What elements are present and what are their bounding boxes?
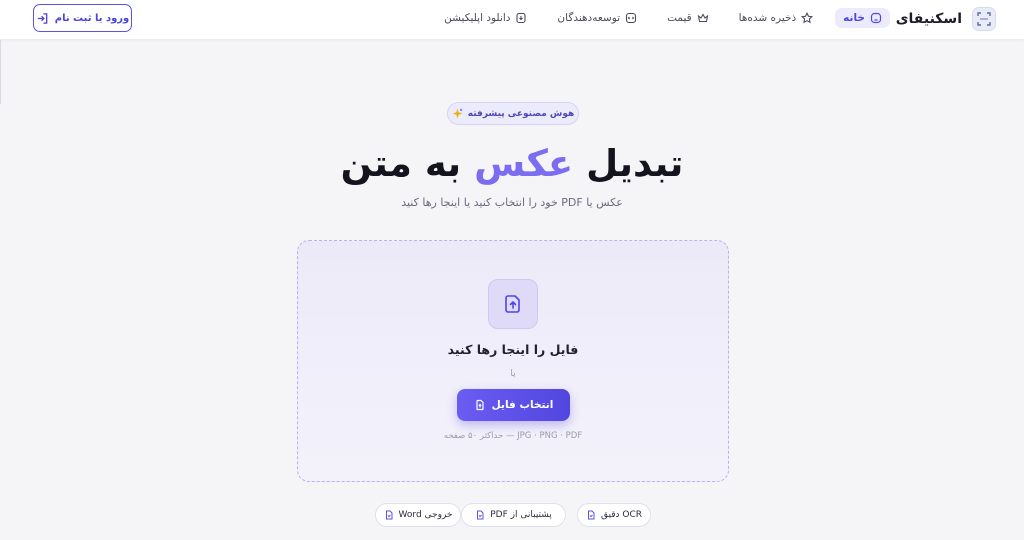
- feature-pill-pdf: پشتیبانی از PDF: [461, 503, 566, 527]
- title-suffix: به متن: [340, 142, 462, 185]
- edge-divider: [0, 40, 1, 104]
- page-subtitle: عکس یا PDF خود را انتخاب کنید یا اینجا ر…: [401, 196, 623, 209]
- login-label: ورود یا ثبت نام: [54, 12, 130, 24]
- feature-pill-word: خروجی Word: [375, 503, 461, 527]
- nav-item-pricing[interactable]: قیمت: [659, 8, 717, 28]
- title-highlight: عکس: [474, 142, 574, 185]
- document-icon: [587, 510, 595, 520]
- home-icon: [870, 12, 882, 24]
- scan-logo-icon: [972, 7, 996, 31]
- feature-pill-ocr: OCR دقیق: [577, 503, 651, 527]
- supported-formats: JPG · PNG · PDF — حداکثر ۵۰ صفحه: [443, 431, 583, 441]
- brand-name: اسکنیفای: [895, 11, 962, 27]
- page-title: تبدیل عکس به متن: [312, 138, 712, 190]
- code-icon: [626, 12, 637, 24]
- nav-item-saved[interactable]: ذخیره شده‌ها: [731, 8, 822, 28]
- main-nav: خانه ذخیره شده‌ها قیمت توسعه‌دهندگان دان…: [436, 6, 890, 30]
- file-dropzone[interactable]: فایل را اینجا رها کنید یا انتخاب فایل JP…: [297, 240, 729, 482]
- document-icon: [477, 510, 484, 520]
- ai-badge: هوش مصنوعی پیشرفته: [447, 102, 579, 125]
- choose-file-label: انتخاب فایل: [491, 399, 554, 411]
- crown-icon: [697, 13, 708, 23]
- title-prefix: تبدیل: [586, 142, 684, 185]
- star-icon: [801, 12, 814, 24]
- nav-item-home[interactable]: خانه: [835, 8, 890, 28]
- sparkle-icon: [452, 108, 463, 119]
- file-upload-icon: [476, 399, 484, 411]
- phone-icon: [516, 12, 526, 24]
- nav-item-label: دانلود اپلیکیشن: [444, 12, 511, 24]
- dropzone-title: فایل را اینجا رها کنید: [447, 342, 579, 357]
- document-icon: [385, 510, 393, 520]
- upload-file-icon: [488, 279, 538, 329]
- nav-item-label: قیمت: [667, 12, 692, 24]
- nav-item-developers[interactable]: توسعه‌دهندگان: [549, 8, 645, 28]
- dropzone-or: یا: [510, 369, 516, 379]
- login-icon: [37, 12, 48, 24]
- brand-logo[interactable]: اسکنیفای: [896, 6, 996, 32]
- nav-item-label: توسعه‌دهندگان: [557, 12, 621, 24]
- badge-label: هوش مصنوعی پیشرفته: [467, 108, 575, 119]
- nav-item-download-app[interactable]: دانلود اپلیکیشن: [436, 8, 535, 28]
- feature-pills: OCR دقیق پشتیبانی از PDF خروجی Word: [375, 503, 651, 527]
- login-register-button[interactable]: ورود یا ثبت نام: [33, 4, 132, 32]
- feature-label: خروجی Word: [398, 510, 453, 520]
- feature-label: OCR دقیق: [600, 510, 643, 520]
- choose-file-button[interactable]: انتخاب فایل: [457, 389, 570, 421]
- feature-label: پشتیبانی از PDF: [490, 510, 552, 520]
- nav-item-label: ذخیره شده‌ها: [738, 12, 797, 24]
- nav-item-label: خانه: [843, 12, 865, 24]
- top-navbar: اسکنیفای خانه ذخیره شده‌ها قیمت توسعه‌ده…: [0, 0, 1024, 40]
